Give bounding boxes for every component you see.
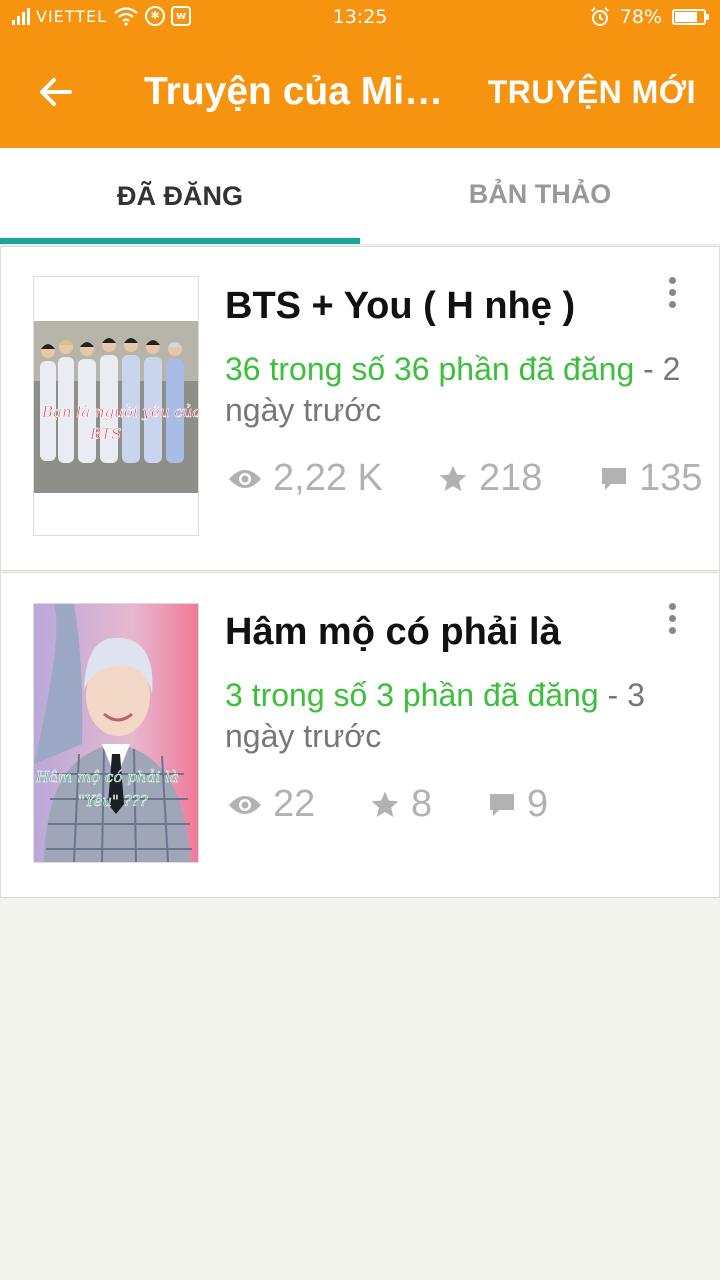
votes-stat: 8 [369,783,432,826]
svg-text:BTS: BTS [89,425,121,443]
status-bar: VIETTEL ✱ w 13:25 78% [0,0,720,36]
comments-stat: 135 [599,457,702,500]
views-stat: 22 [227,783,315,826]
comment-icon [490,793,514,816]
story-cover[interactable]: Bạn là người yêu của BTS [33,276,199,536]
views-count: 2,22 K [273,457,383,499]
more-options-icon[interactable] [657,603,687,643]
votes-stat: 218 [437,457,542,500]
battery-fill [675,12,697,22]
arrow-left-icon[interactable] [36,72,76,112]
story-title[interactable]: Hâm mộ có phải là [225,611,561,654]
story-card[interactable]: Hâm mộ có phải là "Yêu" ??? Hâm mộ có ph… [0,572,720,898]
story-parts: 36 trong số 36 phần đã đăng [225,351,635,387]
eye-icon [229,795,261,814]
tab-bar: ĐÃ ĐĂNG BẢN THẢO [0,148,720,245]
app-bar: Truyện của Min... TRUYỆN MỚI [0,36,720,148]
votes-count: 8 [411,783,433,825]
cover-image: Hâm mộ có phải là "Yêu" ??? [34,604,198,862]
star-icon [439,465,467,491]
svg-text:Bạn là người yêu của: Bạn là người yêu của [41,403,198,421]
tab-published[interactable]: ĐÃ ĐĂNG [0,148,360,244]
comments-count: 135 [639,457,703,499]
tab-indicator [0,238,360,244]
cover-image: Bạn là người yêu của BTS [34,277,198,535]
story-cover[interactable]: Hâm mộ có phải là "Yêu" ??? [33,603,199,863]
views-count: 22 [273,783,316,825]
star-icon [371,791,399,817]
comments-stat: 9 [487,783,548,826]
svg-text:"Yêu" ???: "Yêu" ??? [78,792,149,810]
story-title[interactable]: BTS + You ( H nhẹ ) [225,285,575,328]
battery-icon [672,9,709,25]
votes-count: 218 [479,457,543,499]
new-story-button[interactable]: TRUYỆN MỚI [488,74,696,111]
svg-text:Hâm mộ có phải là: Hâm mộ có phải là [35,768,179,786]
story-card[interactable]: Bạn là người yêu của BTS BTS + You ( H n… [0,246,720,571]
comments-count: 9 [527,783,549,825]
story-parts: 3 trong số 3 phần đã đăng [225,677,599,713]
eye-icon [229,469,261,488]
comment-icon [602,467,626,490]
story-meta: 36 trong số 36 phần đã đăng - 2 ngày trư… [225,349,705,431]
battery-percent: 78% [619,6,662,28]
more-options-icon[interactable] [657,277,687,317]
page-title: Truyện của Min... [144,70,454,113]
story-meta: 3 trong số 3 phần đã đăng - 3 ngày trước [225,675,705,757]
status-right: 78% [590,6,709,28]
alarm-icon [591,7,609,26]
tab-drafts[interactable]: BẢN THẢO [360,148,720,244]
views-stat: 2,22 K [227,457,383,500]
